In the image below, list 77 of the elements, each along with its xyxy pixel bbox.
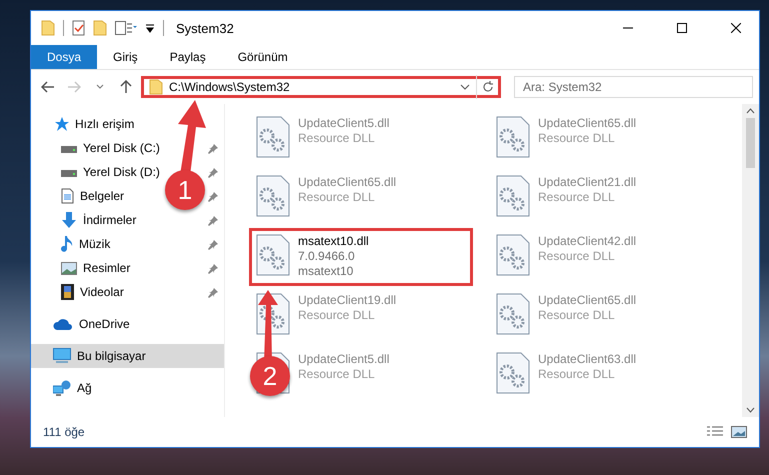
drive-icon — [61, 143, 77, 153]
file-item[interactable]: msatext10.dll 7.0.9466.0 msatext10 — [249, 228, 473, 286]
file-detail: Resource DLL — [298, 131, 376, 146]
sidebar-item[interactable]: Belgeler — [80, 189, 124, 203]
file-name[interactable]: UpdateClient65.dll — [538, 116, 636, 131]
customize-toolbar-icon[interactable] — [145, 23, 155, 33]
file-name[interactable]: UpdateClient65.dll — [298, 175, 396, 190]
file-detail: Resource DLL — [298, 367, 376, 382]
back-arrow-icon — [41, 81, 55, 93]
up-arrow-icon — [120, 80, 132, 94]
file-name[interactable]: UpdateClient19.dll — [298, 293, 396, 308]
item-count: 111 öğe — [43, 425, 86, 439]
film-icon — [61, 284, 74, 300]
ribbon-tab[interactable]: Görünüm — [222, 45, 304, 69]
file-name: msatext10.dll — [298, 234, 369, 249]
gear-file-icon — [256, 234, 290, 276]
sidebar-item[interactable]: OneDrive — [79, 317, 130, 331]
cloud-icon — [53, 318, 73, 330]
file-detail: Resource DLL — [538, 131, 616, 146]
file-detail: msatext10 — [298, 264, 354, 279]
new-folder-icon — [93, 20, 107, 36]
folder-icon — [41, 20, 55, 36]
gear-file-icon — [496, 234, 530, 276]
dropdown-caret-icon[interactable] — [460, 84, 470, 90]
file-detail: 7.0.9466.0 — [298, 249, 356, 264]
drive-icon — [61, 167, 77, 177]
sidebar-item[interactable]: Hızlı erişim — [75, 117, 134, 131]
picture-icon — [61, 262, 77, 274]
sidebar-item[interactable]: Yerel Disk (C:) — [83, 141, 160, 155]
document-icon — [61, 188, 74, 204]
sidebar-item[interactable]: Müzik — [79, 237, 110, 251]
window-title: System32 — [176, 20, 235, 36]
close-icon — [731, 23, 741, 33]
sidebar-item[interactable]: Yerel Disk (D:) — [83, 165, 160, 179]
scroll-thumb[interactable] — [746, 118, 755, 168]
file-detail: Resource DLL — [538, 308, 616, 323]
ribbon-tab[interactable]: Giriş — [97, 45, 154, 69]
gear-file-icon — [496, 175, 530, 217]
file-detail: Resource DLL — [298, 308, 376, 323]
file-detail: Resource DLL — [298, 190, 376, 205]
gear-file-icon — [496, 116, 530, 158]
properties-icon[interactable] — [115, 21, 137, 35]
file-name[interactable]: UpdateClient65.dll — [538, 293, 636, 308]
music-note-icon — [61, 236, 73, 252]
file-detail: Resource DLL — [538, 190, 616, 205]
file-name[interactable]: UpdateClient63.dll — [538, 352, 636, 367]
file-detail: Resource DLL — [538, 249, 616, 264]
large-icons-view-icon[interactable] — [731, 426, 747, 438]
address-bar[interactable]: C:\Windows\System32 — [141, 76, 501, 98]
sidebar-item[interactable]: Videolar — [80, 285, 124, 299]
chevron-down-icon — [96, 84, 104, 90]
download-arrow-icon — [61, 212, 77, 228]
sidebar-item[interactable]: Bu bilgisayar — [31, 344, 224, 368]
sidebar-item[interactable]: Ağ — [77, 381, 92, 395]
refresh-icon — [482, 81, 494, 93]
ribbon-tab[interactable]: Dosya — [31, 45, 98, 69]
star-icon — [53, 117, 69, 131]
maximize-icon — [677, 23, 687, 33]
forward-arrow-icon — [67, 81, 81, 93]
file-name[interactable]: UpdateClient5.dll — [298, 116, 390, 131]
sidebar-item[interactable]: İndirmeler — [83, 213, 136, 227]
folder-icon — [149, 79, 163, 95]
file-name[interactable]: UpdateClient5.dll — [298, 352, 390, 367]
network-globe-icon — [53, 380, 71, 396]
file-name[interactable]: UpdateClient21.dll — [538, 175, 636, 190]
checkmark-document-icon[interactable] — [72, 20, 85, 36]
ribbon-tab[interactable]: Paylaş — [154, 45, 222, 69]
gear-file-icon — [256, 116, 290, 158]
search-field[interactable]: Ara: System32 — [514, 76, 753, 98]
details-view-icon[interactable] — [707, 426, 723, 438]
sidebar-item[interactable]: Resimler — [83, 261, 130, 275]
gear-file-icon — [256, 175, 290, 217]
gear-file-icon — [496, 293, 530, 335]
gear-file-icon — [496, 352, 530, 394]
monitor-icon — [53, 348, 71, 364]
file-detail: Resource DLL — [538, 367, 616, 382]
file-name[interactable]: UpdateClient42.dll — [538, 234, 636, 249]
